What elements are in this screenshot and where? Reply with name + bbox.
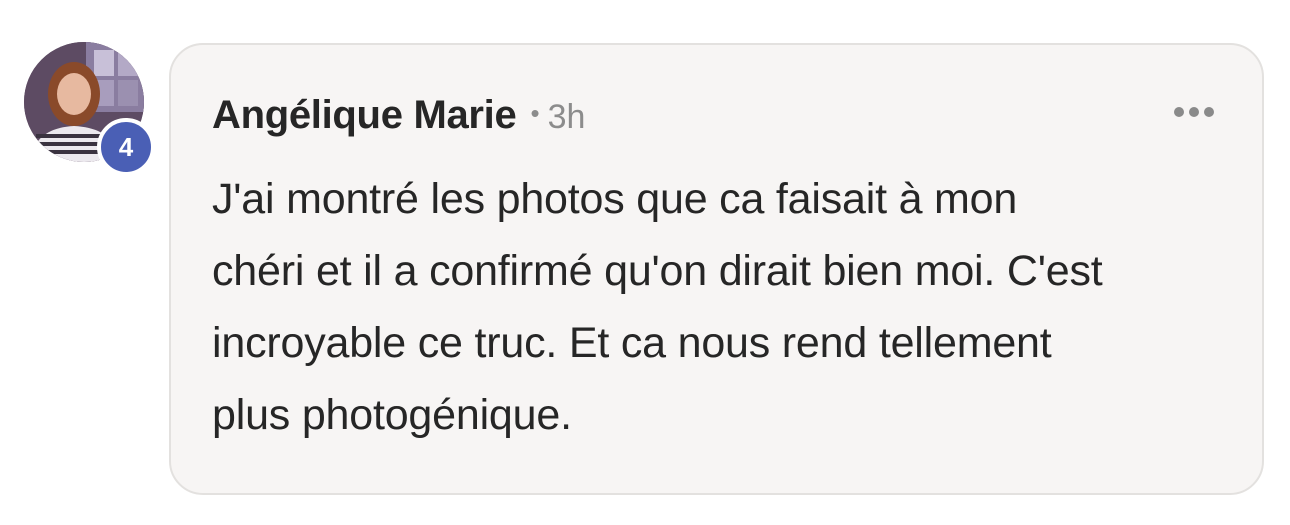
comment-header: Angélique Marie • 3h xyxy=(212,93,585,138)
comment-text-line: chéri et il a confirmé qu'on dirait bien… xyxy=(212,247,1103,295)
comment-text-line: J'ai montré les photos que ca faisait à … xyxy=(212,175,1018,223)
comment-timestamp[interactable]: 3h xyxy=(548,98,586,137)
more-options-icon[interactable] xyxy=(1174,107,1214,117)
more-dot xyxy=(1174,107,1184,117)
level-badge: 4 xyxy=(97,118,155,176)
comment-row: 4 Angélique Marie • 3h J'ai montré les p… xyxy=(0,0,1290,525)
comment-text-line: plus photogénique. xyxy=(212,391,572,439)
comment-text-line: incroyable ce truc. Et ca nous rend tell… xyxy=(212,319,1052,367)
author-name[interactable]: Angélique Marie xyxy=(212,93,517,138)
comment-bubble: Angélique Marie • 3h J'ai montré les pho… xyxy=(169,43,1264,495)
more-dot xyxy=(1204,107,1214,117)
avatar-container[interactable]: 4 xyxy=(24,42,155,176)
more-dot xyxy=(1189,107,1199,117)
comment-text: J'ai montré les photos que ca faisait à … xyxy=(212,163,1232,451)
meta-separator: • xyxy=(530,98,540,128)
